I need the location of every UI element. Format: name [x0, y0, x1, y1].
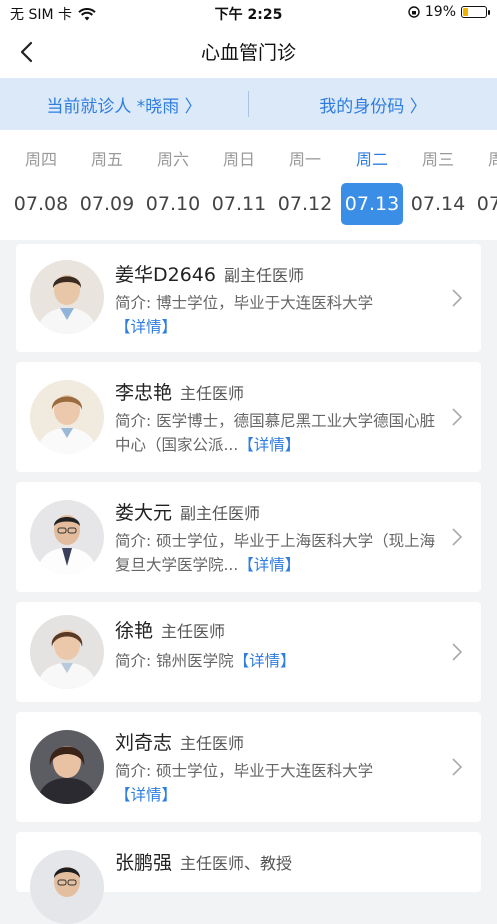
chevron-right-icon [452, 528, 463, 546]
doctor-title: 主任医师 [161, 622, 226, 641]
battery-percent: 19% [424, 4, 456, 20]
battery-icon [461, 6, 490, 18]
weekday-label: 周五 [90, 150, 123, 169]
current-patient-link[interactable]: 当前就诊人 *晓雨 〉 [0, 92, 248, 117]
chevron-right-icon [452, 758, 463, 776]
doctor-avatar [30, 615, 104, 689]
weekday-label: 周六 [156, 150, 189, 169]
weekday-label: 周一 [288, 150, 321, 169]
my-id-code-link[interactable]: 我的身份码 〉 [249, 92, 497, 117]
doctor-title: 主任医师 [180, 734, 245, 753]
doctor-name-row: 姜华D2646 副主任医师 [115, 260, 304, 287]
doctor-card[interactable]: 徐艳 主任医师 简介: 锦州医学院【详情】 [16, 602, 481, 702]
doctor-name: 姜华D2646 [115, 264, 216, 286]
doctor-avatar [30, 380, 104, 454]
detail-link[interactable]: 【详情】 [234, 652, 296, 670]
doctor-card[interactable]: 姜华D2646 副主任医师 简介: 博士学位，毕业于大连医科大学 【详情】 [16, 244, 481, 352]
doctor-name: 徐艳 [115, 620, 154, 642]
date-label: 07.13 [341, 183, 403, 225]
doctor-name: 张鹏强 [115, 852, 173, 874]
doctor-intro: 简介: 硕士学位，毕业于上海医科大学（现上海复旦大学医学院...【详情】 [115, 529, 447, 577]
doctor-avatar [30, 730, 104, 804]
doctor-name: 刘奇志 [115, 732, 173, 754]
chevron-right-icon [452, 408, 463, 426]
date-label: 07.09 [79, 193, 135, 215]
weekday-label: 周三 [421, 150, 454, 169]
doctor-name-row: 张鹏强 主任医师、教授 [115, 848, 292, 875]
doctor-card[interactable]: 李忠艳 主任医师 简介: 医学博士，德国慕尼黑工业大学德国心脏中心（国家公派...… [16, 362, 481, 472]
doctor-name-row: 刘奇志 主任医师 [115, 728, 244, 755]
doctor-name-row: 徐艳 主任医师 [115, 616, 225, 643]
page-title: 心血管门诊 [200, 42, 296, 64]
date-selector: 周四 07.08 周五 07.09 周六 07.10 周日 07.11 周一 0… [0, 130, 497, 240]
detail-link[interactable]: 【详情】 [115, 318, 177, 336]
date-label: 07.15 [476, 193, 497, 215]
doctor-title: 主任医师、教授 [180, 854, 293, 873]
weekday-label: 周四 [24, 150, 57, 169]
date-label: 07.12 [277, 193, 333, 215]
doctor-card[interactable]: 张鹏强 主任医师、教授 [16, 832, 481, 924]
doctor-title: 副主任医师 [223, 266, 304, 285]
status-bar: 无 SIM 卡 下午 2:25 19% [0, 0, 497, 26]
chevron-right-icon [452, 643, 463, 661]
doctor-name: 李忠艳 [115, 382, 173, 404]
detail-link[interactable]: 【详情】 [238, 556, 300, 574]
doctor-intro: 简介: 医学博士，德国慕尼黑工业大学德国心脏中心（国家公派...【详情】 [115, 409, 447, 457]
doctor-card[interactable]: 刘奇志 主任医师 简介: 硕士学位，毕业于大连医科大学 【详情】 [16, 712, 481, 822]
doctor-title: 副主任医师 [180, 504, 261, 523]
date-label: 07.10 [145, 193, 201, 215]
chevron-right-icon [452, 289, 463, 307]
doctor-avatar [30, 500, 104, 574]
nav-bar: 心血管门诊 [0, 26, 497, 78]
doctor-title: 主任医师 [180, 384, 245, 403]
doctor-avatar [30, 260, 104, 334]
doctor-name-row: 李忠艳 主任医师 [115, 378, 244, 405]
intro-text: 简介: 硕士学位，毕业于大连医科大学 [115, 762, 374, 780]
patient-info-bar: 当前就诊人 *晓雨 〉 我的身份码 〉 [0, 78, 497, 130]
weekday-label: 周二 [355, 150, 388, 169]
orientation-lock-icon [408, 6, 420, 18]
status-right: 19% [408, 4, 490, 20]
doctor-name-row: 娄大元 副主任医师 [115, 498, 260, 525]
date-label: 07.14 [410, 193, 466, 215]
doctor-intro: 简介: 锦州医学院【详情】 [115, 649, 447, 673]
intro-text: 简介: 博士学位，毕业于大连医科大学 [115, 294, 374, 312]
doctor-card[interactable]: 娄大元 副主任医师 简介: 硕士学位，毕业于上海医科大学（现上海复旦大学医学院..… [16, 482, 481, 592]
doctor-intro: 简介: 博士学位，毕业于大连医科大学 【详情】 [115, 291, 447, 339]
date-label: 07.11 [211, 193, 267, 215]
doctor-avatar [30, 850, 104, 924]
intro-text: 简介: 锦州医学院 [115, 652, 234, 670]
weekday-label: 周日 [222, 150, 255, 169]
detail-link[interactable]: 【详情】 [115, 786, 177, 804]
weekday-label: 周四 [487, 150, 497, 169]
doctor-name: 娄大元 [115, 502, 173, 524]
date-label: 07.08 [13, 193, 69, 215]
detail-link[interactable]: 【详情】 [238, 436, 300, 454]
doctor-intro: 简介: 硕士学位，毕业于大连医科大学 【详情】 [115, 759, 447, 807]
